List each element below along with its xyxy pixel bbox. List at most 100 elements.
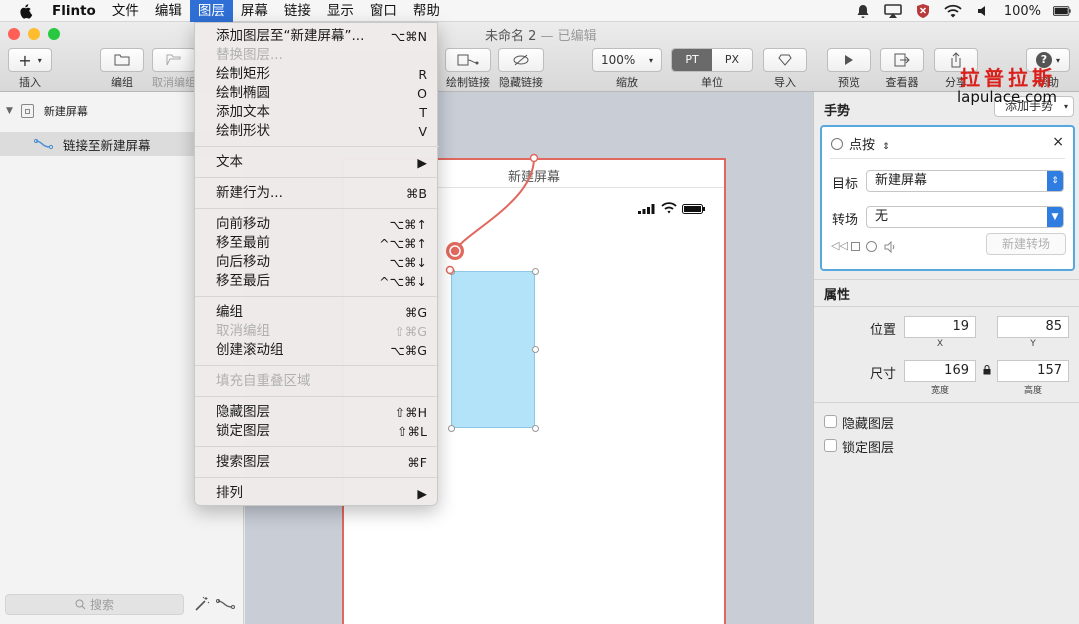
play-icon [845,55,853,65]
chevron-down-icon: ▼ [1047,207,1063,227]
insert-button[interactable]: + ▾ [8,48,52,72]
new-transition-button[interactable]: 新建转场 [986,233,1066,255]
menu-item-add-text[interactable]: 添加文本 T [195,103,439,122]
viewer-button[interactable] [880,48,924,72]
chevron-down-icon: ▾ [648,55,653,65]
transition-label: 转场 [832,213,859,228]
height-field[interactable]: 157 [997,360,1069,382]
menu-window[interactable]: 窗口 [362,0,405,22]
menu-item-search-layers[interactable]: 搜索图层 ⌘F [195,453,439,472]
position-x-field[interactable]: 19 [904,316,976,338]
menu-item-send-backward[interactable]: 向后移动 ⌥⌘↓ [195,253,439,272]
menu-item-send-to-back[interactable]: 移至最后 ^⌥⌘↓ [195,272,439,291]
submenu-arrow-icon: ▶ [417,155,427,170]
draw-link-label: 绘制链接 [446,76,490,89]
width-caption: 宽度 [930,386,949,396]
menu-item-draw-ellipse[interactable]: 绘制椭圆 O [195,84,439,103]
link-curve-icon[interactable] [216,598,236,610]
rewind-icon[interactable]: ◁◁ [831,239,848,252]
menu-screen[interactable]: 屏幕 [233,0,276,22]
menu-item-new-behavior[interactable]: 新建行为... ⌘B [195,184,439,203]
hide-layer-checkbox[interactable] [824,415,837,428]
menu-item-replace-layer[interactable]: 替换图层... [195,46,439,65]
zoom-select[interactable]: 100% ▾ [592,48,662,72]
menu-link[interactable]: 链接 [276,0,319,22]
menu-layer[interactable]: 图层 [189,0,233,22]
menu-item-shortcut: ⌥⌘↓ [389,255,427,270]
search-placeholder: 搜索 [89,598,114,612]
gesture-type-selector[interactable]: 点按 ⇕ [849,134,890,153]
menu-item-label: 向后移动 [216,254,270,270]
apple-logo-icon[interactable] [18,3,34,19]
menu-item-draw-shape[interactable]: 绘制形状 V [195,122,439,141]
zoom-value: 100% [601,53,636,67]
notification-bell-icon[interactable] [854,3,872,19]
lock-layer-checkbox[interactable] [824,439,837,452]
menu-item-bring-to-front[interactable]: 移至最前 ^⌥⌘↑ [195,234,439,253]
timer-icon[interactable] [866,241,877,252]
width-field[interactable]: 169 [904,360,976,382]
window-zoom-button[interactable] [48,28,60,40]
menu-separator [195,296,439,297]
position-y-caption: Y [1030,339,1036,349]
stop-square-icon[interactable] [851,242,860,251]
menu-item-create-scroll-group[interactable]: 创建滚动组 ⌥⌘G [195,341,439,360]
menu-item-label: 排列 [216,485,243,501]
menu-item-label: 文本 [216,154,243,170]
unit-px-button[interactable]: PX [712,49,752,71]
menu-item-label: 锁定图层 [216,423,270,439]
layer-search-field[interactable]: 搜索 [5,594,184,615]
menu-item-group[interactable]: 编组 ⌘G [195,303,439,322]
airplay-icon[interactable] [884,3,902,19]
section-divider [814,306,1079,307]
menu-item-fill-self-overlap[interactable]: 填充自重叠区域 [195,372,439,391]
layer-dropdown-menu: 添加图层至“新建屏幕”... ⌥⌘N 替换图层... 绘制矩形 R 绘制椭圆 O 添加… [194,22,439,506]
hidden-eye-icon [513,54,529,66]
menu-item-lock-layer[interactable]: 锁定图层 ⇧⌘L [195,422,439,441]
menu-item-shortcut: R [418,67,427,82]
menu-item-draw-rectangle[interactable]: 绘制矩形 R [195,65,439,84]
menu-item-text-submenu[interactable]: 文本 ▶ [195,153,439,172]
preview-button[interactable] [827,48,871,72]
group-button[interactable] [100,48,144,72]
sound-icon[interactable] [884,241,896,253]
menu-item-label: 填充自重叠区域 [216,373,311,389]
disclosure-triangle-icon[interactable]: ▼ [6,106,13,116]
security-shield-icon[interactable] [914,3,932,19]
unit-pt-button[interactable]: PT [672,49,712,71]
menu-item-label: 绘制形状 [216,123,270,139]
chevron-down-icon: ▾ [1055,55,1060,65]
target-select[interactable]: 新建屏幕 ⇕ [866,170,1064,192]
battery-icon[interactable] [1053,3,1071,19]
transition-select[interactable]: 无 ▼ [866,206,1064,228]
menu-separator [195,146,439,147]
window-minimize-button[interactable] [28,28,40,40]
folder-icon [114,54,130,66]
up-down-chevron-icon: ⇕ [1047,171,1063,191]
draw-link-button[interactable] [445,48,491,72]
remove-gesture-close-icon[interactable]: × [1052,134,1064,150]
menu-item-arrange-submenu[interactable]: 排列 ▶ [195,484,439,503]
magic-wand-icon[interactable] [194,596,210,612]
wifi-icon[interactable] [944,3,962,19]
properties-section-header: 属性 [824,288,851,303]
window-close-button[interactable] [8,28,20,40]
hide-layer-label: 隐藏图层 [842,417,895,432]
ungroup-button[interactable] [152,48,196,72]
menu-item-hide-layer[interactable]: 隐藏图层 ⇧⌘H [195,403,439,422]
lock-aspect-icon[interactable] [983,365,991,375]
transition-value: 无 [875,209,889,224]
menu-help[interactable]: 帮助 [405,0,448,22]
import-button[interactable] [763,48,807,72]
menu-file[interactable]: 文件 [104,0,147,22]
position-y-field[interactable]: 85 [997,316,1069,338]
menu-item-ungroup[interactable]: 取消编组 ⇧⌘G [195,322,439,341]
menu-app-name[interactable]: Flinto [44,0,104,22]
menu-item-add-layer[interactable]: 添加图层至“新建屏幕”... ⌥⌘N [195,27,439,46]
menu-item-bring-forward[interactable]: 向前移动 ⌥⌘↑ [195,215,439,234]
menu-edit[interactable]: 编辑 [147,0,190,22]
menu-view[interactable]: 显示 [319,0,362,22]
volume-icon[interactable] [974,3,992,19]
menu-separator [195,396,439,397]
hide-link-button[interactable] [498,48,544,72]
